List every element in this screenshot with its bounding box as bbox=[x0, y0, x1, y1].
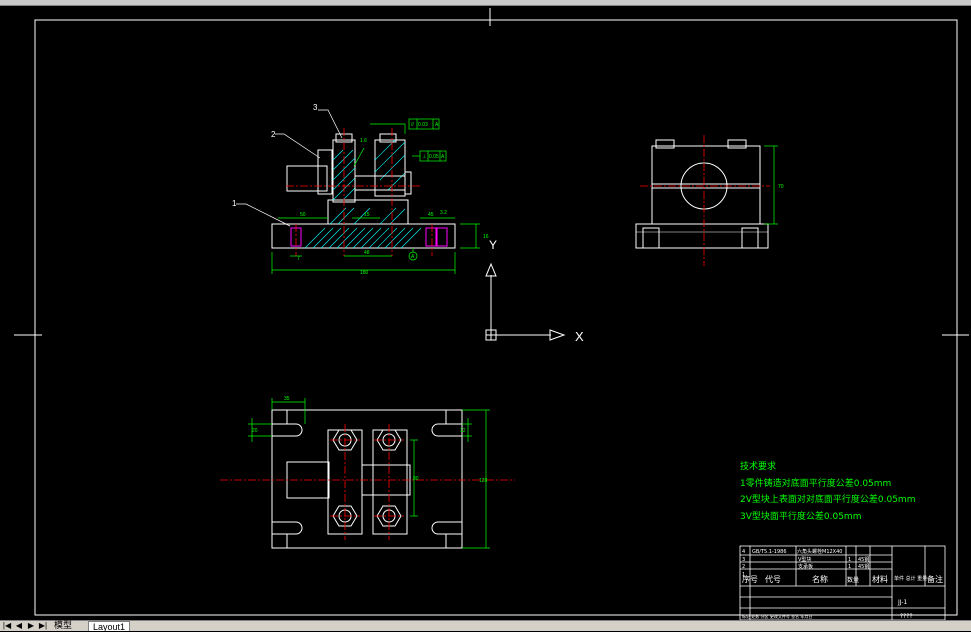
tb-header-note: 备注 bbox=[927, 574, 943, 584]
dim-48: 48 bbox=[364, 250, 370, 256]
tb-drawing-no: JJ-1 bbox=[897, 599, 907, 606]
dim-7: 7 bbox=[297, 256, 300, 262]
gdt-datum-2: A bbox=[441, 154, 445, 160]
dim-15: 15 bbox=[364, 212, 370, 218]
tb-row2-no: 2 bbox=[742, 564, 745, 570]
tb-row4-code: GB/T5.1-1986 bbox=[752, 549, 787, 555]
gdt-datum-1: A bbox=[435, 122, 439, 128]
drawing-canvas[interactable]: 3 2 1 16 50 15 48 45 180 7 0.03 A 0.05 A… bbox=[0, 5, 971, 620]
tb-header-material: 材料 bbox=[872, 574, 888, 584]
leader-label-2: 2 bbox=[271, 130, 276, 139]
front-view: 3 2 1 16 50 15 48 45 180 7 0.03 A 0.05 A… bbox=[232, 103, 489, 276]
tb-row4-name: 六角头螺栓M12X40 bbox=[797, 548, 842, 555]
gdt-value-1: 0.03 bbox=[418, 122, 428, 128]
tb-header-qty: 数量 bbox=[847, 576, 859, 584]
tech-req-title: 技术要求 bbox=[740, 460, 776, 472]
tb-bottom-text: ???? bbox=[900, 613, 913, 620]
tech-req-line-1: 1零件铸造对底面平行度公差0.05mm bbox=[740, 477, 891, 489]
side-view: 70 bbox=[635, 135, 784, 266]
tb-sign-row: 标记 处数 分区 更改文件号 签名 年月日 bbox=[742, 613, 812, 619]
gdt-symbol-1: // bbox=[411, 122, 414, 128]
top-dim-12: 12 bbox=[460, 428, 466, 434]
dim-45: 45 bbox=[428, 212, 434, 218]
tb-row3-no: 3 bbox=[742, 557, 745, 563]
dim-16: 16 bbox=[483, 234, 489, 240]
tb-header-weight: 单件 总计 重量 bbox=[894, 575, 927, 582]
layout-tab-bar: |◀ ◀ ▶ ▶| 模型 Layout1 bbox=[0, 620, 971, 632]
dim-50: 50 bbox=[300, 212, 306, 218]
tb-row3-name: V型块 bbox=[798, 556, 811, 563]
datum-label-A: A bbox=[411, 254, 415, 260]
gdt-value-2: 0.05 bbox=[429, 154, 439, 160]
tech-req-line-3: 3V型块面平行度公差0.05mm bbox=[740, 510, 861, 522]
tb-header-name: 名称 bbox=[812, 574, 828, 584]
dim-180: 180 bbox=[360, 270, 369, 276]
tb-row3-material: 45钢 bbox=[858, 556, 869, 563]
tb-row2-name: 支承板 bbox=[798, 563, 813, 570]
leader-label-1: 1 bbox=[232, 199, 237, 208]
tb-header-code: 代号 bbox=[765, 574, 781, 584]
top-dim-120: 120 bbox=[479, 478, 488, 484]
top-dim-80: 80 bbox=[413, 476, 419, 482]
gdt-symbol-2: ⊥ bbox=[422, 154, 426, 160]
roughness-2: 3.2 bbox=[440, 210, 447, 216]
tb-row4-no: 4 bbox=[742, 549, 745, 555]
top-view: 35 20 12 80 120 bbox=[220, 396, 515, 549]
ucs-x-label: X bbox=[575, 329, 584, 344]
top-dim-20: 20 bbox=[252, 428, 258, 434]
side-dim-70: 70 bbox=[778, 184, 784, 190]
top-dim-35: 35 bbox=[284, 396, 290, 402]
tb-row2-material: 45钢 bbox=[858, 563, 869, 570]
tb-header-no: 序号 bbox=[742, 574, 758, 584]
leader-label-3: 3 bbox=[313, 103, 318, 112]
tb-row2-qty: 1 bbox=[848, 564, 851, 570]
tech-req-line-2: 2V型块上表面对对底面平行度公差0.05mm bbox=[740, 493, 915, 505]
tb-row3-qty: 1 bbox=[848, 557, 851, 563]
ucs-y-label: Y bbox=[489, 238, 497, 252]
roughness-1: 1.6 bbox=[360, 138, 367, 144]
ucs-icon: Y X bbox=[485, 238, 584, 344]
tech-requirements: 技术要求 1零件铸造对底面平行度公差0.05mm 2V型块上表面对对底面平行度公… bbox=[740, 460, 915, 522]
title-block: 4 GB/T5.1-1986 六角头螺栓M12X40 3 V型块 1 45钢 2… bbox=[739, 545, 946, 620]
